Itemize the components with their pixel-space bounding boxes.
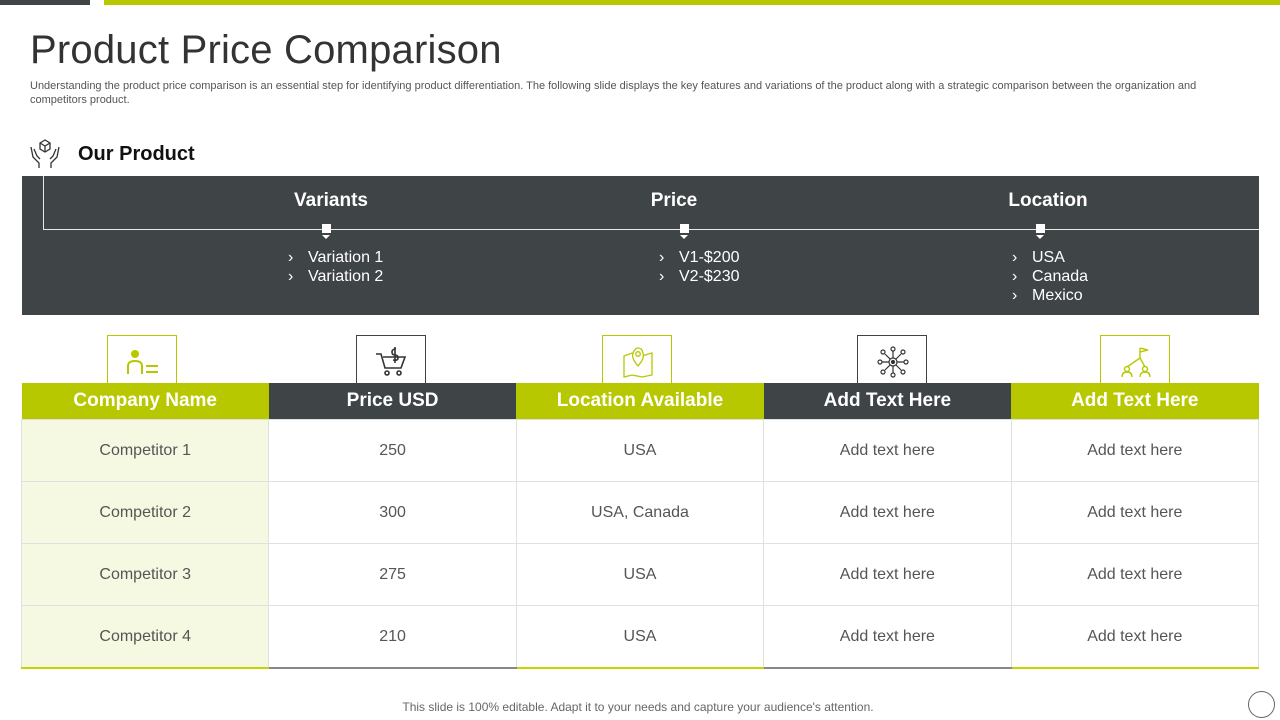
header-add-text-2: Add Text Here bbox=[1011, 383, 1259, 420]
section-title: Our Product bbox=[78, 143, 195, 165]
comparison-table: Company Name Price USD Location Availabl… bbox=[20, 383, 1260, 669]
price-list: › V1-$200 › V2-$230 bbox=[659, 248, 740, 286]
price-marker bbox=[680, 224, 689, 233]
table-cell: Add text here bbox=[1010, 605, 1260, 669]
price-heading: Price bbox=[650, 190, 698, 211]
table-cell: Add text here bbox=[1010, 419, 1260, 482]
table-cell: USA bbox=[515, 605, 765, 669]
list-item: › Canada bbox=[1012, 268, 1089, 285]
header-company-name: Company Name bbox=[21, 383, 269, 420]
location-heading: Location bbox=[1008, 190, 1088, 211]
location-marker-arrow bbox=[1036, 235, 1044, 239]
table-cell: Add text here bbox=[763, 543, 1012, 606]
corner-circle-icon bbox=[1248, 691, 1275, 718]
slide-subtitle: Understanding the product price comparis… bbox=[30, 80, 1197, 106]
box-in-hands-icon bbox=[29, 137, 61, 169]
table-cell: Add text here bbox=[1010, 481, 1260, 544]
location-list: › USA › Canada › Mexico bbox=[1012, 248, 1088, 305]
price-marker-arrow bbox=[680, 235, 688, 239]
header-add-text-1: Add Text Here bbox=[763, 383, 1012, 420]
panel-connector-horizontal bbox=[43, 229, 1259, 230]
footer-note: This slide is 100% editable. Adapt it to… bbox=[402, 700, 874, 714]
table-cell: Add text here bbox=[763, 481, 1012, 544]
table-cell: Competitor 3 bbox=[20, 543, 270, 606]
list-item: › V2-$230 bbox=[659, 268, 740, 285]
variants-heading: Variants bbox=[294, 190, 368, 211]
table-cell: 300 bbox=[268, 481, 517, 544]
header-price-usd: Price USD bbox=[268, 383, 517, 420]
network-gear-icon bbox=[857, 335, 927, 383]
list-item: › Variation 1 bbox=[288, 249, 384, 266]
table-cell: 250 bbox=[268, 419, 517, 482]
table-cell: Add text here bbox=[1010, 543, 1260, 606]
table-row: Competitor 4 210 USA Add text here Add t… bbox=[20, 605, 1260, 669]
chevron-right-icon: › bbox=[659, 268, 665, 285]
slide-title: Product Price Comparison bbox=[30, 28, 502, 72]
map-pin-icon bbox=[602, 335, 672, 383]
table-row: Competitor 2 300 USA, Canada Add text he… bbox=[20, 481, 1260, 544]
top-bar-accent-segment bbox=[104, 0, 1280, 5]
header-location-available: Location Available bbox=[516, 383, 764, 420]
table-row: Competitor 1 250 USA Add text here Add t… bbox=[20, 419, 1260, 482]
table-cell: 275 bbox=[268, 543, 517, 606]
table-cell: USA bbox=[515, 419, 765, 482]
top-bar-dark-segment bbox=[0, 0, 90, 5]
chevron-right-icon: › bbox=[1012, 249, 1018, 266]
table-header-row: Company Name Price USD Location Availabl… bbox=[21, 383, 1259, 420]
variants-marker-arrow bbox=[322, 235, 330, 239]
table-cell: Add text here bbox=[763, 419, 1012, 482]
chevron-right-icon: › bbox=[288, 268, 294, 285]
table-row: Competitor 3 275 USA Add text here Add t… bbox=[20, 543, 1260, 606]
list-item: › USA bbox=[1012, 249, 1065, 266]
chevron-right-icon: › bbox=[1012, 287, 1018, 304]
location-marker bbox=[1036, 224, 1045, 233]
table-cell: 210 bbox=[268, 605, 517, 669]
variants-marker bbox=[322, 224, 331, 233]
variants-list: › Variation 1 › Variation 2 bbox=[288, 248, 383, 286]
table-cell: Competitor 2 bbox=[20, 481, 270, 544]
list-item: › Mexico bbox=[1012, 287, 1083, 304]
comparison-table-wrapper: Company Name Price USD Location Availabl… bbox=[20, 383, 1260, 669]
panel-connector-vertical bbox=[43, 176, 44, 230]
our-product-panel: Variants Price Location › Variation 1 › Va… bbox=[22, 176, 1259, 315]
table-cell: Competitor 4 bbox=[20, 605, 270, 669]
list-item: › V1-$200 bbox=[659, 249, 740, 266]
table-cell: USA bbox=[515, 543, 765, 606]
chevron-right-icon: › bbox=[1012, 268, 1018, 285]
chevron-right-icon: › bbox=[659, 249, 665, 266]
chevron-right-icon: › bbox=[288, 249, 294, 266]
shopping-cart-dollar-icon bbox=[356, 335, 426, 383]
table-cell: Competitor 1 bbox=[20, 419, 270, 482]
list-item: › Variation 2 bbox=[288, 268, 384, 285]
team-flag-icon bbox=[1100, 335, 1170, 383]
user-list-icon bbox=[107, 335, 177, 383]
table-cell: USA, Canada bbox=[515, 481, 765, 544]
table-cell: Add text here bbox=[763, 605, 1012, 669]
